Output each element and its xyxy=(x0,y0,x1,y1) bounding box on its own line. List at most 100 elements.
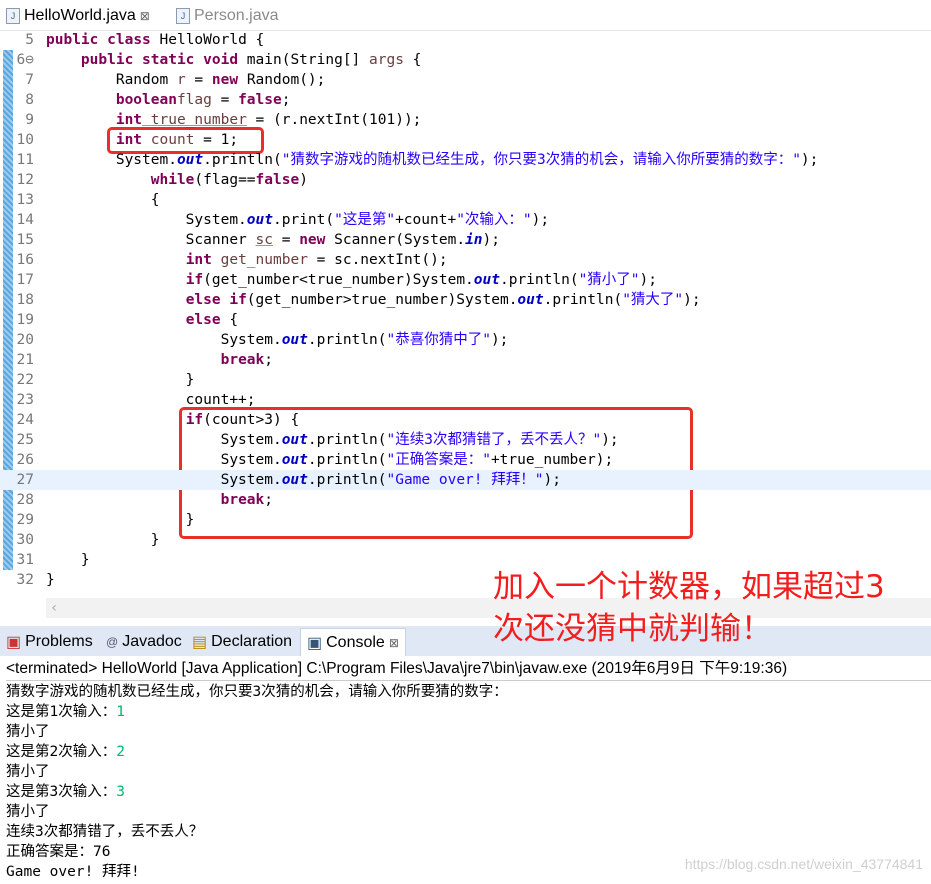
code-token: Scanner(System. xyxy=(325,232,466,248)
code-line: 19 else { xyxy=(0,310,931,330)
code-text: int count = 1; xyxy=(46,130,238,150)
code-token: break xyxy=(220,352,265,368)
code-line: 22 } xyxy=(0,370,931,390)
code-token: Scanner xyxy=(46,232,256,248)
line-number: 9 xyxy=(25,112,34,128)
code-token: = 1; xyxy=(194,132,239,148)
close-icon[interactable]: ⊠ xyxy=(140,9,150,23)
code-token: (get_number<true_number)System. xyxy=(203,272,474,288)
line-number: 28 xyxy=(16,492,34,508)
code-token: System. xyxy=(46,212,247,228)
tab-person-java[interactable]: J Person.java xyxy=(176,5,279,27)
line-number: 11 xyxy=(16,152,34,168)
line-number: 6⊖ xyxy=(16,52,34,68)
console-output[interactable]: <terminated> HelloWorld [Java Applicatio… xyxy=(0,656,931,884)
watermark: https://blog.csdn.net/weixin_43774841 xyxy=(684,856,923,872)
code-line: 17 if(get_number<true_number)System.out.… xyxy=(0,270,931,290)
code-token: .print( xyxy=(273,212,335,228)
code-text: count++; xyxy=(46,390,256,410)
code-token: in xyxy=(465,232,483,248)
code-token: get_number xyxy=(211,252,308,268)
code-token: int xyxy=(185,252,212,268)
console-line: Game over! 拜拜! xyxy=(6,862,140,882)
code-token: { xyxy=(220,312,239,328)
line-number: 23 xyxy=(16,392,34,408)
code-line: 8 booleanflag = false; xyxy=(0,90,931,110)
code-text: while(flag==false) xyxy=(46,170,308,190)
at-icon: @ xyxy=(106,635,119,649)
code-token: boolean xyxy=(115,92,177,108)
tab-label: HelloWorld.java xyxy=(24,7,136,24)
line-number: 27 xyxy=(16,472,34,488)
code-token: .println( xyxy=(543,292,623,308)
code-text: } xyxy=(46,570,55,590)
code-text: else { xyxy=(46,310,238,330)
code-token: } xyxy=(46,572,55,588)
code-token: r xyxy=(176,72,186,88)
line-number: 18 xyxy=(16,292,34,308)
declaration-icon: ▤ xyxy=(192,634,208,651)
code-token: { xyxy=(46,192,160,208)
code-text: System.out.print("这是第"+count+"次输入："); xyxy=(46,210,549,230)
console-icon: ▣ xyxy=(307,635,323,652)
code-line: 23 count++; xyxy=(0,390,931,410)
code-text: } xyxy=(46,550,90,570)
code-token: ; xyxy=(281,92,291,108)
line-number: 20 xyxy=(16,332,34,348)
code-token: System. xyxy=(46,472,282,488)
tab-console[interactable]: ▣ Console ⊠ xyxy=(300,628,406,657)
code-token: "次输入：" xyxy=(456,212,532,228)
tab-helloworld-java[interactable]: J HelloWorld.java ⊠ xyxy=(6,5,150,27)
console-text: 猜数字游戏的随机数已经生成，你只要3次猜的机会，请输入你所要猜的数字： xyxy=(6,684,508,700)
code-token: System. xyxy=(46,432,282,448)
code-token: = xyxy=(211,92,239,108)
code-line: 28 break; xyxy=(0,490,931,510)
code-token: sc xyxy=(255,232,273,248)
tab-label: Javadoc xyxy=(122,633,182,650)
code-token: while xyxy=(150,172,195,188)
code-text: if(get_number<true_number)System.out.pri… xyxy=(46,270,657,290)
code-token: "恭喜你猜中了" xyxy=(386,332,491,348)
code-token: "猜大了" xyxy=(622,292,684,308)
console-text: 这是第1次输入： xyxy=(6,704,117,720)
line-number: 32 xyxy=(16,572,34,588)
code-text: break; xyxy=(46,350,273,370)
code-text: Random r = new Random(); xyxy=(46,70,326,90)
code-token: public static void xyxy=(80,52,239,68)
code-token: count xyxy=(142,132,195,148)
code-text: System.out.println("猜数字游戏的随机数已经生成，你只要3次猜… xyxy=(46,150,819,170)
line-number: 10 xyxy=(16,132,34,148)
console-text: Game over! 拜拜! xyxy=(6,864,140,880)
line-number: 25 xyxy=(16,432,34,448)
tab-javadoc[interactable]: @ Javadoc xyxy=(106,632,182,652)
code-text: else if(get_number>true_number)System.ou… xyxy=(46,290,701,310)
code-token: break xyxy=(220,492,265,508)
line-number: 15 xyxy=(16,232,34,248)
code-token: } xyxy=(46,552,90,568)
line-number: 21 xyxy=(16,352,34,368)
console-line: 猜数字游戏的随机数已经生成，你只要3次猜的机会，请输入你所要猜的数字： xyxy=(6,682,508,702)
console-line: 猜小了 xyxy=(6,762,50,782)
close-icon[interactable]: ⊠ xyxy=(389,636,399,650)
tab-label: Console xyxy=(326,634,385,651)
code-line: 10 int count = 1; xyxy=(0,130,931,150)
console-line: 猜小了 xyxy=(6,722,50,742)
code-token: ); xyxy=(683,292,701,308)
tab-declaration[interactable]: ▤ Declaration xyxy=(192,632,292,652)
code-line: 6⊖ public static void main(String[] args… xyxy=(0,50,931,70)
code-editor[interactable]: 5 public class HelloWorld {6⊖ public stat… xyxy=(0,30,931,596)
code-token: ); xyxy=(490,332,509,348)
line-number: 7 xyxy=(25,72,34,88)
tab-problems[interactable]: ▣ Problems xyxy=(6,632,93,652)
code-token: "猜小了" xyxy=(578,272,640,288)
console-input: 1 xyxy=(116,704,125,720)
code-token: ); xyxy=(531,212,550,228)
line-number: 17 xyxy=(16,272,34,288)
